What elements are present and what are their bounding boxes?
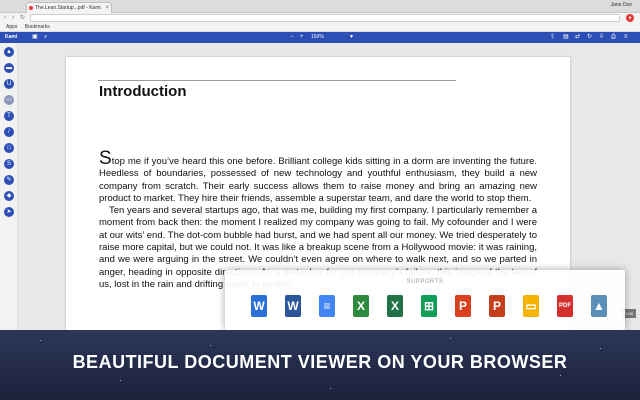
banner-headline: BEAUTIFUL DOCUMENT VIEWER ON YOUR BROWSE… (72, 352, 568, 372)
draw-tool-icon[interactable]: / (4, 127, 14, 137)
pointer-tool-icon[interactable]: ➤ (4, 207, 14, 217)
pdf-icon: PDF (551, 291, 579, 321)
wps-writer-icon: W (245, 291, 273, 321)
strikethrough-tool-icon[interactable]: S (4, 159, 14, 169)
app-toolbar: Kami ▣ ⌕ − + 150% ▾ ⇪ ▤ ⇄ ↻ ⇩ ⎙ ≡ (0, 32, 640, 43)
underline-tool-icon[interactable]: U (4, 79, 14, 89)
bookmark-folder[interactable]: Bookmarks (25, 24, 50, 30)
shape-tool-icon[interactable]: □ (4, 143, 14, 153)
wps-spreadsheet-icon: X (347, 291, 375, 321)
google-slides-icon: ▭ (517, 291, 545, 321)
dropdown-icon[interactable]: ▾ (350, 32, 353, 43)
excel-icon: X (381, 291, 409, 321)
extension-icon[interactable]: ● (626, 14, 634, 22)
bookmarks-bar: Apps Bookmarks (0, 23, 640, 32)
address-row: ‹ › ↻ ● (0, 13, 640, 23)
word-glyph: W (285, 295, 301, 317)
document-heading: Introduction (99, 83, 187, 100)
google-slides-glyph: ▭ (523, 295, 539, 317)
paragraph-1: Stop me if you’ve heard this one before.… (99, 148, 537, 204)
upload-icon[interactable]: ⇪ (550, 32, 555, 43)
supports-title: SUPPORTS (406, 279, 444, 285)
browser-tab-strip: The.Lean.Startup...pdf - Kami × Jane Doe (0, 0, 640, 13)
forward-icon[interactable]: › (12, 14, 14, 22)
signature-tool-icon[interactable]: ✎ (4, 175, 14, 185)
app-logo[interactable]: Kami (5, 32, 17, 43)
bookmark-apps[interactable]: Apps (6, 24, 17, 30)
tool-sidebar: ▲ ▬ U ▭ T / □ S ✎ ◆ ➤ (0, 43, 18, 333)
tab-title: The.Lean.Startup...pdf - Kami (35, 5, 101, 11)
zoom-level[interactable]: 150% (311, 32, 324, 43)
select-tool-icon[interactable]: ▲ (4, 47, 14, 57)
supports-panel: SUPPORTS W W ≡ X X ⊞ P P ▭ PDF ▲ (225, 270, 625, 330)
wps-writer-glyph: W (251, 295, 267, 317)
heading-rule (98, 80, 456, 81)
reload-icon[interactable]: ↻ (20, 14, 25, 22)
text-tool-icon[interactable]: T (4, 111, 14, 121)
image-icon: ▲ (585, 291, 613, 321)
download-icon[interactable]: ⇩ (599, 32, 604, 43)
wps-spreadsheet-glyph: X (353, 295, 369, 317)
excel-glyph: X (387, 295, 403, 317)
address-bar[interactable] (30, 14, 620, 22)
refresh-icon[interactable]: ↻ (587, 32, 592, 43)
back-icon[interactable]: ‹ (4, 14, 6, 22)
comment-tool-icon[interactable]: ▭ (4, 95, 14, 105)
google-sheets-glyph: ⊞ (421, 295, 437, 317)
pdf-glyph: PDF (557, 295, 573, 317)
eraser-tool-icon[interactable]: ◆ (4, 191, 14, 201)
menu-icon[interactable]: ≡ (624, 32, 628, 43)
wps-presentation-icon: P (449, 291, 477, 321)
profile-name[interactable]: Jane Doe (611, 2, 632, 8)
folder-icon[interactable]: ▤ (563, 32, 569, 43)
powerpoint-icon: P (483, 291, 511, 321)
powerpoint-glyph: P (489, 295, 505, 317)
image-glyph: ▲ (591, 295, 607, 317)
browser-tab[interactable]: The.Lean.Startup...pdf - Kami × (26, 2, 112, 13)
sidebar-icon[interactable]: ▣ (32, 32, 38, 43)
google-sheets-icon: ⊞ (415, 291, 443, 321)
favicon-icon (29, 6, 33, 10)
share-icon[interactable]: ⇄ (575, 32, 580, 43)
print-icon[interactable]: ⎙ (611, 32, 616, 43)
close-tab-icon[interactable]: × (105, 3, 109, 13)
google-docs-icon: ≡ (313, 291, 341, 321)
promo-banner: BEAUTIFUL DOCUMENT VIEWER ON YOUR BROWSE… (0, 330, 640, 400)
zoom-out-icon[interactable]: − (290, 32, 294, 43)
wps-presentation-glyph: P (455, 295, 471, 317)
highlight-tool-icon[interactable]: ▬ (4, 63, 14, 73)
word-icon: W (279, 291, 307, 321)
drop-cap: S (99, 148, 112, 169)
search-icon[interactable]: ⌕ (44, 32, 47, 43)
google-docs-glyph: ≡ (319, 295, 335, 317)
zoom-in-icon[interactable]: + (300, 32, 304, 43)
